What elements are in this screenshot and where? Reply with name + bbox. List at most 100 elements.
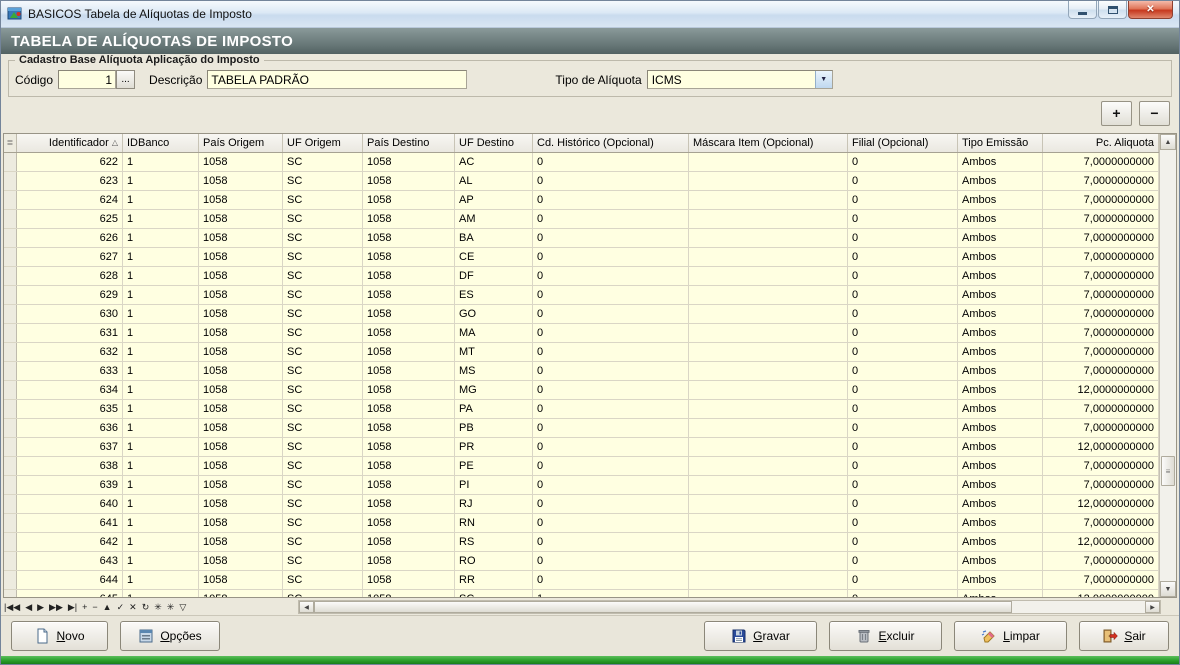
grid-cell[interactable]: 0 bbox=[533, 438, 689, 456]
nav-next-button[interactable]: ▶ bbox=[37, 603, 44, 612]
gravar-button[interactable]: Gravar bbox=[704, 621, 817, 651]
table-row[interactable]: 62311058SC1058AL00Ambos7,0000000000 bbox=[4, 172, 1159, 191]
grid-cell[interactable]: 1058 bbox=[363, 533, 455, 551]
codigo-field[interactable] bbox=[58, 70, 116, 89]
grid-cell[interactable]: 12,0000000000 bbox=[1043, 438, 1159, 456]
table-row[interactable]: 63911058SC1058PI00Ambos7,0000000000 bbox=[4, 476, 1159, 495]
lookup-button[interactable]: ... bbox=[116, 70, 135, 89]
grid-cell[interactable] bbox=[689, 400, 848, 418]
grid-cell[interactable]: Ambos bbox=[958, 172, 1043, 190]
close-button[interactable]: ✕ bbox=[1128, 1, 1173, 19]
grid-cell[interactable]: 1 bbox=[123, 229, 199, 247]
table-row[interactable]: 64511058SC1058SC10Ambos12,0000000000 bbox=[4, 590, 1159, 597]
grid-cell[interactable]: 7,0000000000 bbox=[1043, 476, 1159, 494]
grid-cell[interactable]: 1058 bbox=[363, 438, 455, 456]
grid-cell[interactable]: 640 bbox=[17, 495, 123, 513]
grid-cell[interactable] bbox=[689, 362, 848, 380]
grid-cell[interactable]: 1058 bbox=[199, 267, 283, 285]
grid-cell[interactable]: 1058 bbox=[363, 248, 455, 266]
grid-cell[interactable]: 1058 bbox=[199, 305, 283, 323]
table-row[interactable]: 64311058SC1058RO00Ambos7,0000000000 bbox=[4, 552, 1159, 571]
vscroll-thumb[interactable]: ≡ bbox=[1161, 456, 1175, 486]
grid-cell[interactable]: 0 bbox=[848, 267, 958, 285]
table-row[interactable]: 64411058SC1058RR00Ambos7,0000000000 bbox=[4, 571, 1159, 590]
table-row[interactable]: 62211058SC1058AC00Ambos7,0000000000 bbox=[4, 153, 1159, 172]
grid-cell[interactable]: 1058 bbox=[199, 210, 283, 228]
grid-cell[interactable]: 1 bbox=[123, 191, 199, 209]
grid-cell[interactable]: SC bbox=[283, 305, 363, 323]
grid-cell[interactable]: 0 bbox=[533, 362, 689, 380]
scroll-down-button[interactable]: ▼ bbox=[1160, 581, 1176, 597]
column-header[interactable]: Identificador△ bbox=[17, 134, 123, 152]
grid-cell[interactable]: 1058 bbox=[363, 381, 455, 399]
grid-cell[interactable]: 636 bbox=[17, 419, 123, 437]
grid-cell[interactable]: 1058 bbox=[199, 438, 283, 456]
grid-cell[interactable]: 1058 bbox=[363, 400, 455, 418]
grid-cell[interactable]: ES bbox=[455, 286, 533, 304]
grid-cell[interactable]: 0 bbox=[533, 419, 689, 437]
dropdown-button[interactable]: ▼ bbox=[815, 71, 832, 88]
grid-cell[interactable]: RO bbox=[455, 552, 533, 570]
grid-cell[interactable]: 0 bbox=[533, 210, 689, 228]
grid-cell[interactable]: 0 bbox=[533, 400, 689, 418]
grid-cell[interactable]: 632 bbox=[17, 343, 123, 361]
grid-cell[interactable]: Ambos bbox=[958, 324, 1043, 342]
table-row[interactable]: 62511058SC1058AM00Ambos7,0000000000 bbox=[4, 210, 1159, 229]
grid-cell[interactable]: 633 bbox=[17, 362, 123, 380]
grid-cell[interactable]: 7,0000000000 bbox=[1043, 286, 1159, 304]
grid-cell[interactable]: AL bbox=[455, 172, 533, 190]
grid-cell[interactable]: 1058 bbox=[199, 457, 283, 475]
grid-cell[interactable]: 1 bbox=[123, 495, 199, 513]
grid-cell[interactable]: Ambos bbox=[958, 533, 1043, 551]
grid-cell[interactable] bbox=[689, 457, 848, 475]
grid-cell[interactable]: SC bbox=[283, 514, 363, 532]
grid-cell[interactable]: 0 bbox=[533, 324, 689, 342]
nav-filter-button[interactable]: ▽ bbox=[179, 603, 186, 612]
table-row[interactable]: 62411058SC1058AP00Ambos7,0000000000 bbox=[4, 191, 1159, 210]
grid-cell[interactable]: 0 bbox=[533, 533, 689, 551]
grid-cell[interactable]: Ambos bbox=[958, 495, 1043, 513]
grid-cell[interactable]: BA bbox=[455, 229, 533, 247]
grid-cell[interactable]: 639 bbox=[17, 476, 123, 494]
grid-cell[interactable]: 1 bbox=[123, 267, 199, 285]
grid-cell[interactable] bbox=[689, 229, 848, 247]
grid-cell[interactable]: Ambos bbox=[958, 381, 1043, 399]
column-header[interactable]: País Origem bbox=[199, 134, 283, 152]
grid-cell[interactable]: 1 bbox=[123, 305, 199, 323]
grid-cell[interactable]: 1058 bbox=[199, 590, 283, 597]
grid-cell[interactable]: 7,0000000000 bbox=[1043, 419, 1159, 437]
grid-cell[interactable]: 644 bbox=[17, 571, 123, 589]
table-row[interactable]: 63411058SC1058MG00Ambos12,0000000000 bbox=[4, 381, 1159, 400]
grid-cell[interactable]: RJ bbox=[455, 495, 533, 513]
grid-cell[interactable]: 7,0000000000 bbox=[1043, 153, 1159, 171]
nav-delete-button[interactable]: − bbox=[92, 603, 97, 612]
grid-cell[interactable]: Ambos bbox=[958, 153, 1043, 171]
grid-cell[interactable]: 0 bbox=[848, 210, 958, 228]
grid-cell[interactable]: 7,0000000000 bbox=[1043, 343, 1159, 361]
grid-cell[interactable]: 623 bbox=[17, 172, 123, 190]
grid-cell[interactable]: 1058 bbox=[363, 210, 455, 228]
grid-cell[interactable]: 7,0000000000 bbox=[1043, 457, 1159, 475]
grid-cell[interactable]: SC bbox=[283, 381, 363, 399]
grid-cell[interactable]: 645 bbox=[17, 590, 123, 597]
grid-cell[interactable]: 0 bbox=[533, 305, 689, 323]
grid-cell[interactable]: 7,0000000000 bbox=[1043, 514, 1159, 532]
minimize-button[interactable] bbox=[1068, 1, 1097, 19]
grid-cell[interactable]: CE bbox=[455, 248, 533, 266]
grid-cell[interactable]: 12,0000000000 bbox=[1043, 533, 1159, 551]
grid-cell[interactable] bbox=[689, 381, 848, 399]
novo-button[interactable]: Novo bbox=[11, 621, 108, 651]
grid-cell[interactable]: 1 bbox=[123, 514, 199, 532]
grid-cell[interactable]: Ambos bbox=[958, 191, 1043, 209]
grid-cell[interactable]: 1 bbox=[123, 476, 199, 494]
horizontal-scrollbar[interactable]: ◀ ▶ bbox=[298, 600, 1161, 614]
grid-cell[interactable]: SC bbox=[283, 400, 363, 418]
grid-cell[interactable]: SC bbox=[283, 457, 363, 475]
grid-cell[interactable]: SC bbox=[283, 571, 363, 589]
grid-cell[interactable]: 0 bbox=[533, 191, 689, 209]
grid-cell[interactable]: 1 bbox=[123, 248, 199, 266]
grid-cell[interactable] bbox=[689, 172, 848, 190]
grid-cell[interactable]: 7,0000000000 bbox=[1043, 172, 1159, 190]
grid-cell[interactable]: 1 bbox=[123, 571, 199, 589]
column-header[interactable]: UF Origem bbox=[283, 134, 363, 152]
